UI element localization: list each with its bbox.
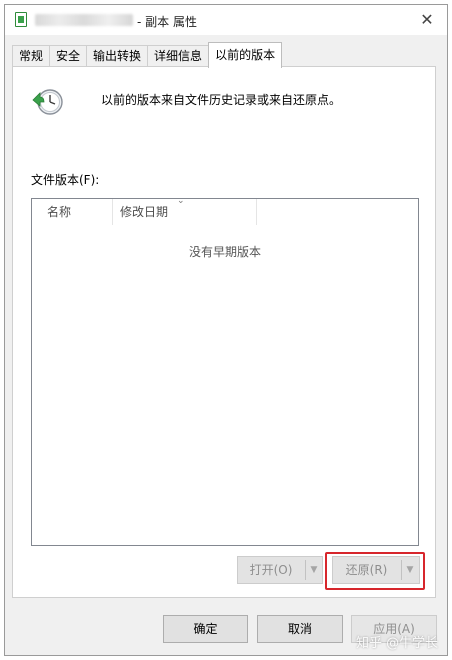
- restore-button-label: 还原(R): [345, 563, 388, 577]
- column-header-modified-date-label: 修改日期: [120, 205, 169, 219]
- window-title: - 副本 属性: [137, 15, 197, 29]
- sort-chevron-icon: ⌄: [177, 196, 185, 206]
- title-bar: - 副本 属性 ✕: [5, 5, 447, 35]
- tab-general[interactable]: 常规: [12, 45, 51, 67]
- file-versions-label: 文件版本(F):: [31, 173, 100, 187]
- open-button-label: 打开(O): [249, 563, 293, 577]
- versions-list[interactable]: 名称 修改日期 ⌄ 没有早期版本: [31, 196, 419, 546]
- restore-button[interactable]: 还原(R) ▼: [332, 556, 420, 584]
- dropdown-arrow-icon[interactable]: ▼: [402, 557, 418, 583]
- document-icon: [15, 12, 27, 27]
- panel-description: 以前的版本来自文件历史记录或来自还原点。: [101, 93, 342, 107]
- open-button[interactable]: 打开(O) ▼: [237, 556, 323, 584]
- previous-versions-panel: 以前的版本来自文件历史记录或来自还原点。 文件版本(F): 名称 修改日期 ⌄ …: [12, 66, 436, 598]
- list-header: 名称 修改日期 ⌄: [32, 196, 418, 225]
- blurred-filename: [35, 14, 133, 26]
- column-header-modified-date[interactable]: 修改日期: [113, 199, 257, 225]
- close-icon[interactable]: ✕: [413, 8, 441, 32]
- ok-button[interactable]: 确定: [163, 615, 248, 643]
- column-header-name[interactable]: 名称: [40, 199, 113, 225]
- tab-previous-versions[interactable]: 以前的版本: [208, 42, 283, 68]
- tab-strip: 常规 安全 输出转换 详细信息 以前的版本: [12, 42, 283, 68]
- empty-list-message: 没有早期版本: [188, 245, 261, 259]
- watermark-text: 知乎 @牛学长: [356, 636, 439, 651]
- dropdown-arrow-icon[interactable]: ▼: [306, 557, 322, 583]
- cancel-button[interactable]: 取消: [257, 615, 343, 643]
- tab-security[interactable]: 安全: [49, 45, 88, 67]
- tab-details[interactable]: 详细信息: [147, 45, 210, 67]
- tab-output-convert[interactable]: 输出转换: [86, 45, 149, 67]
- clock-restore-icon: [32, 89, 63, 115]
